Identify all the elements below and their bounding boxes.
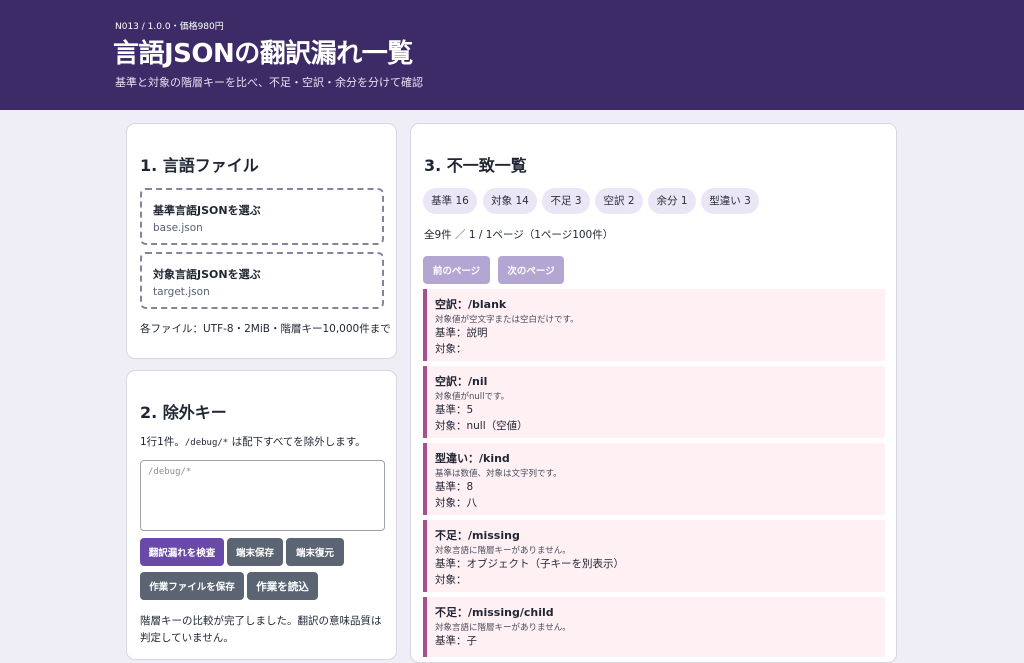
mismatch-item: 不足：/missing/child 対象言語に階層キーがありません。 基準：子 xyxy=(423,597,885,657)
mismatch-item-target: 対象：null（空値） xyxy=(435,420,528,432)
badge-empty: 空訳 2 xyxy=(595,188,643,214)
language-files-heading: 1. 言語ファイル xyxy=(140,156,259,175)
mismatch-item-title: 型違い：/kind xyxy=(435,452,510,465)
badge-missing: 不足 3 xyxy=(542,188,590,214)
mismatch-list-card: 3. 不一致一覧 基準 16 対象 14 不足 3 空訳 2 余分 1 型違い … xyxy=(410,123,897,663)
mismatch-item-description: 対象値が空文字または空白だけです。 xyxy=(435,315,579,325)
badge-base: 基準 16 xyxy=(423,188,477,214)
badge-target: 対象 14 xyxy=(483,188,537,214)
mismatch-item: 不足：/missing 対象言語に階層キーがありません。 基準：オブジェクト（子… xyxy=(423,520,885,592)
mismatch-item-description: 対象言語に階層キーがありません。 xyxy=(435,623,571,633)
page-summary: 全9件 ／ 1 / 1ページ（1ページ100件） xyxy=(424,229,614,241)
exclude-help: 1行1件。/debug/* は配下すべてを除外します。 xyxy=(140,436,366,448)
mismatch-item: 型違い：/kind 基準は数値、対象は文字列です。 基準：8 対象：八 xyxy=(423,443,885,515)
mismatch-item-description: 基準は数値、対象は文字列です。 xyxy=(435,469,562,479)
mismatch-item-base: 基準：説明 xyxy=(435,327,488,339)
load-work-button[interactable]: 作業を読込 xyxy=(247,572,318,600)
mismatch-item-base: 基準：5 xyxy=(435,404,474,416)
mismatch-item-title: 不足：/missing/child xyxy=(435,606,554,619)
mismatch-item-base: 基準：オブジェクト（子キーを別表示） xyxy=(435,558,624,570)
status-message: 階層キーの比較が完了しました。翻訳の意味品質は判定していません。 xyxy=(140,615,382,644)
mismatch-list-heading: 3. 不一致一覧 xyxy=(424,156,527,175)
badge-type-mismatch: 型違い 3 xyxy=(701,188,759,214)
base-file-name: base.json xyxy=(153,222,203,234)
target-file-label: 対象言語JSONを選ぶ xyxy=(153,268,261,281)
exclude-keys-heading: 2. 除外キー xyxy=(140,403,227,422)
mismatch-item-description: 対象言語に階層キーがありません。 xyxy=(435,546,571,556)
save-local-button[interactable]: 端末保存 xyxy=(227,538,283,566)
language-files-card: 1. 言語ファイル 基準言語JSONを選ぶ base.json 対象言語JSON… xyxy=(126,123,397,359)
mismatch-item-target: 対象：八 xyxy=(435,497,477,509)
mismatch-item-description: 対象値がnullです。 xyxy=(435,392,510,402)
base-file-label: 基準言語JSONを選ぶ xyxy=(153,204,261,217)
mismatch-item: 空訳：/nil 対象値がnullです。 基準：5 対象：null（空値） xyxy=(423,366,885,438)
badge-extra: 余分 1 xyxy=(648,188,696,214)
check-button[interactable]: 翻訳漏れを検査 xyxy=(140,538,224,566)
file-limit-note: 各ファイル：UTF-8・2MiB・階層キー10,000件まで xyxy=(140,323,391,335)
save-work-file-button[interactable]: 作業ファイルを保存 xyxy=(140,572,244,600)
next-page-button[interactable]: 次のページ xyxy=(498,256,564,284)
mismatch-item: 空訳：/blank 対象値が空文字または空白だけです。 基準：説明 対象： xyxy=(423,289,885,361)
mismatch-item-title: 空訳：/blank xyxy=(435,298,507,311)
mismatch-item-target: 対象： xyxy=(435,343,467,355)
exclude-help-code: /debug/* xyxy=(184,438,229,448)
app-header: N013 / 1.0.0・価格980円 言語JSONの翻訳漏れ一覧 基準と対象の… xyxy=(0,0,1024,110)
page-subtitle: 基準と対象の階層キーを比べ、不足・空訳・余分を分けて確認 xyxy=(115,76,423,89)
prev-page-button[interactable]: 前のページ xyxy=(423,256,490,284)
mismatch-item-target: 対象： xyxy=(435,574,467,586)
mismatch-item-base: 基準：8 xyxy=(435,481,474,493)
mismatch-item-title: 空訳：/nil xyxy=(435,375,488,388)
exclude-keys-input[interactable] xyxy=(140,460,385,531)
base-file-picker[interactable]: 基準言語JSONを選ぶ base.json xyxy=(140,188,384,245)
restore-local-button[interactable]: 端末復元 xyxy=(286,538,344,566)
page-title: 言語JSONの翻訳漏れ一覧 xyxy=(113,39,413,69)
mismatch-item-title: 不足：/missing xyxy=(435,529,520,542)
exclude-keys-card: 2. 除外キー 1行1件。/debug/* は配下すべてを除外します。 翻訳漏れ… xyxy=(126,370,397,660)
target-file-picker[interactable]: 対象言語JSONを選ぶ target.json xyxy=(140,252,384,309)
target-file-name: target.json xyxy=(153,286,210,298)
mismatch-item-base: 基準：子 xyxy=(435,635,477,647)
product-meta: N013 / 1.0.0・価格980円 xyxy=(115,22,224,32)
